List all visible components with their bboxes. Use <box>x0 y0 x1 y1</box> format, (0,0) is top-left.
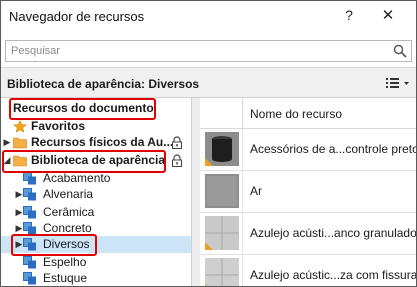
category-icon <box>23 272 36 285</box>
collapse-arrow-icon[interactable]: ◢ <box>3 152 11 169</box>
tree-item-label: Diversos <box>43 237 90 251</box>
tree-item-label: Estuque <box>43 271 88 285</box>
expand-arrow-icon[interactable]: ▶ <box>15 186 23 203</box>
star-icon <box>13 120 27 133</box>
tree-item-diversos[interactable]: ▶ Diversos <box>1 236 191 253</box>
window-title: Navegador de recursos <box>9 9 145 24</box>
expand-arrow-icon[interactable]: ▶ <box>15 220 23 237</box>
tree-item-physical-assets[interactable]: ▶ Recursos físicos da Au... <box>1 134 191 151</box>
tree-item-acabamento[interactable]: Acabamento <box>1 170 191 187</box>
tree-item-ceramica[interactable]: ▶ Cerâmica <box>1 204 191 221</box>
category-icon <box>23 188 36 201</box>
search-icon[interactable] <box>393 44 407 58</box>
asset-name: Acessórios de a...controle preto <box>250 142 416 156</box>
tree-item-concreto[interactable]: ▶ Concreto <box>1 220 191 237</box>
asset-browser-window: Navegador de recursos ? ✕ Biblioteca de … <box>0 0 417 287</box>
material-thumbnail <box>205 132 239 166</box>
list-item[interactable]: Acessórios de a...controle preto <box>200 129 416 171</box>
tree-item-alvenaria[interactable]: ▶ Alvenaria <box>1 186 191 203</box>
category-icon <box>23 256 36 269</box>
tree-item-label: Recursos do documento <box>13 101 154 115</box>
tree-item-label: Recursos físicos da Au... <box>31 135 174 149</box>
material-thumbnail <box>205 258 239 286</box>
library-title: Biblioteca de aparência: Diversos <box>7 77 200 91</box>
category-icon <box>23 172 36 185</box>
tree-item-label: Biblioteca de aparência <box>31 153 166 167</box>
asset-list: Nome do recurso Acessórios de a...contro… <box>200 98 416 286</box>
tree-item-label: Alvenaria <box>43 187 94 201</box>
lock-icon <box>172 154 182 167</box>
asset-name: Azulejo acústic...za com fissuras <box>250 268 416 282</box>
view-options-button[interactable] <box>385 75 411 91</box>
expand-arrow-icon[interactable]: ▶ <box>15 236 23 253</box>
list-item[interactable]: Azulejo acústic...za com fissuras <box>200 255 416 286</box>
close-button[interactable]: ✕ <box>379 6 397 24</box>
list-view-icon <box>386 78 399 88</box>
column-separator <box>242 129 243 170</box>
material-thumbnail <box>205 216 239 250</box>
list-item[interactable]: Ar <box>200 171 416 213</box>
tree-item-estuque[interactable]: Estuque <box>1 270 191 286</box>
column-separator[interactable] <box>242 98 243 128</box>
library-tree: Recursos do documento Favoritos ▶ Recurs… <box>1 98 191 286</box>
tree-item-label: Concreto <box>43 221 92 235</box>
tree-item-document-assets[interactable]: Recursos do documento <box>1 100 191 117</box>
list-header: Nome do recurso <box>200 98 416 129</box>
search-input[interactable] <box>6 41 391 61</box>
tree-item-label: Acabamento <box>43 171 111 185</box>
title-bar[interactable]: Navegador de recursos ? ✕ <box>1 1 416 34</box>
search-box <box>5 40 412 62</box>
help-button[interactable]: ? <box>340 7 358 23</box>
category-icon <box>23 238 36 251</box>
material-thumbnail <box>205 174 239 208</box>
list-item[interactable]: Azulejo acústi...anco granulado <box>200 213 416 255</box>
tree-item-appearance-library[interactable]: ◢ Biblioteca de aparência <box>1 152 191 169</box>
folder-icon <box>13 137 27 149</box>
asset-name: Azulejo acústi...anco granulado <box>250 226 416 240</box>
column-separator <box>242 171 243 212</box>
tree-item-label: Espelho <box>43 255 87 269</box>
column-separator <box>242 213 243 254</box>
asset-name: Ar <box>250 184 262 198</box>
folder-open-icon <box>13 155 27 167</box>
lock-icon <box>172 136 182 149</box>
expand-arrow-icon[interactable]: ▶ <box>3 134 11 151</box>
category-icon <box>23 206 36 219</box>
column-separator <box>242 255 243 286</box>
library-header: Biblioteca de aparência: Diversos <box>1 68 416 97</box>
tree-item-label: Favoritos <box>31 119 86 133</box>
column-header-name[interactable]: Nome do recurso <box>250 107 342 121</box>
tree-item-label: Cerâmica <box>43 205 95 219</box>
expand-arrow-icon[interactable]: ▶ <box>15 204 23 221</box>
chevron-down-icon <box>404 82 409 85</box>
tree-item-favorites[interactable]: Favoritos <box>1 118 191 135</box>
tree-item-espelho[interactable]: Espelho <box>1 254 191 271</box>
category-icon <box>23 222 36 235</box>
